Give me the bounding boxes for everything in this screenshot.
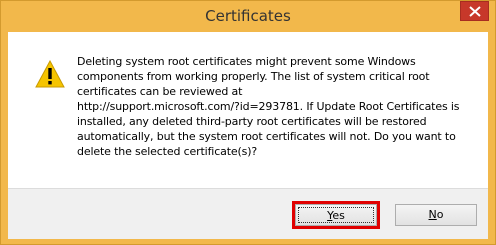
no-label-rest: o — [436, 208, 444, 221]
no-button[interactable]: No — [395, 204, 477, 226]
button-bar: Yes No — [8, 188, 488, 239]
message-line: delete the selected certificate(s)? — [77, 145, 258, 158]
close-icon — [469, 6, 481, 17]
message-line: automatically, but the system root certi… — [77, 130, 456, 143]
title-bar[interactable]: Certificates — [1, 1, 495, 32]
message-line: components from working properly. The li… — [77, 70, 430, 83]
close-button[interactable] — [460, 1, 489, 21]
message-line: http://support.microsoft.com/?id=293781.… — [77, 100, 460, 113]
certificates-dialog: Certificates Deleting system root certif… — [0, 0, 496, 245]
no-mnemonic: N — [428, 208, 437, 221]
warning-message: Deleting system root certificates might … — [77, 54, 477, 159]
warning-icon — [35, 60, 65, 88]
window-title: Certificates — [205, 7, 291, 25]
dialog-content: Deleting system root certificates might … — [8, 32, 488, 188]
message-line: Deleting system root certificates might … — [77, 55, 416, 68]
message-line: installed, any deleted third-party root … — [77, 115, 427, 128]
message-line: certificates can be reviewed at — [77, 85, 243, 98]
yes-highlight-box — [292, 201, 380, 229]
